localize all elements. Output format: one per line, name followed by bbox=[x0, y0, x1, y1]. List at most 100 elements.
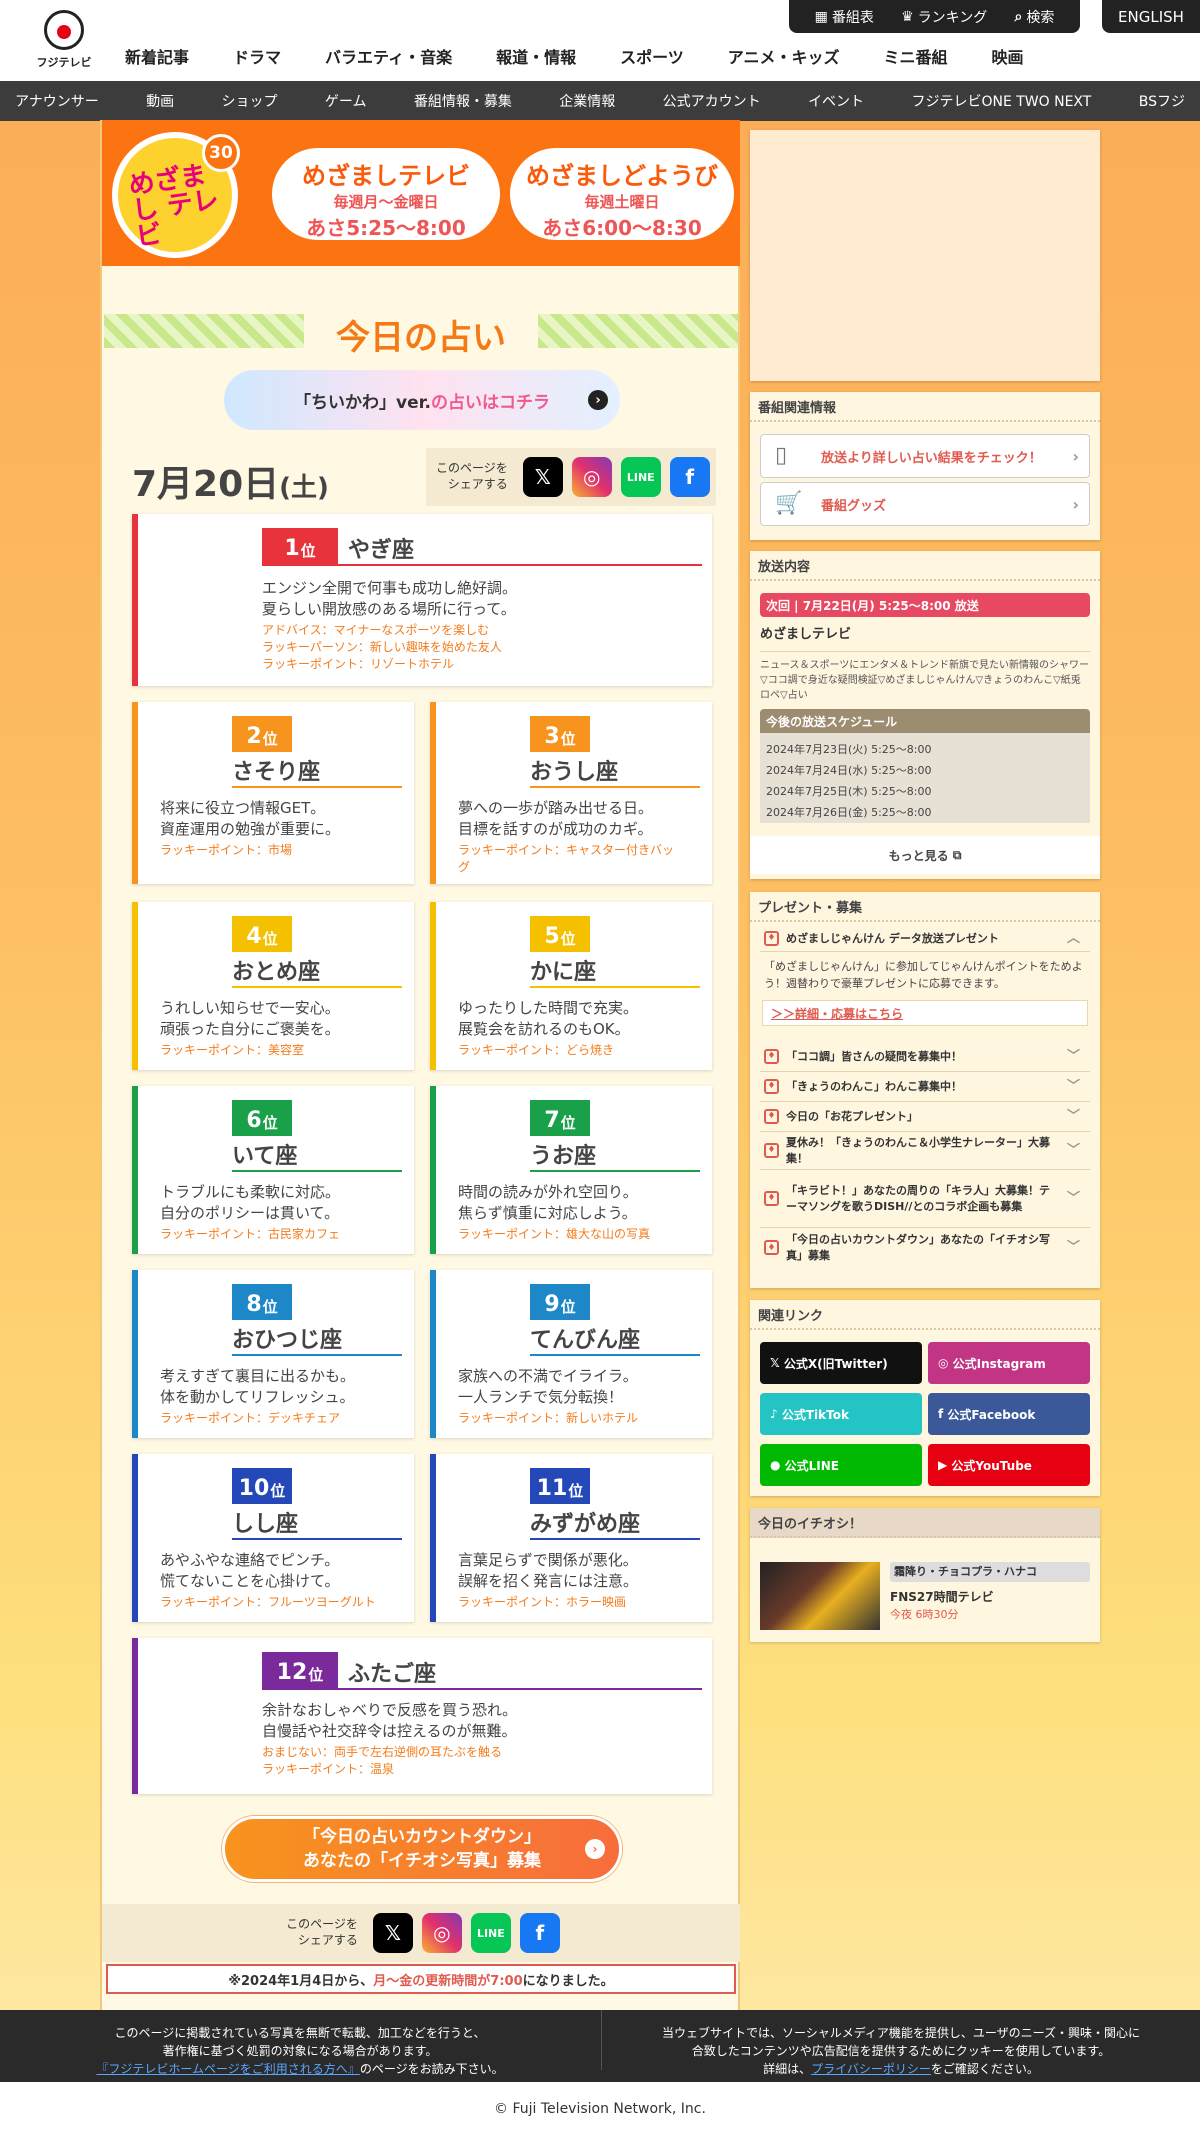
goods-link[interactable]: 🛒 番組グッズ › bbox=[760, 482, 1090, 526]
subnav-item[interactable]: イベント bbox=[808, 91, 864, 111]
gnav-item[interactable]: ドラマ bbox=[233, 44, 281, 68]
rank-underline bbox=[530, 1538, 700, 1540]
ichioshi-thumbnail[interactable] bbox=[760, 1562, 880, 1630]
weekday-program-pill[interactable]: めざましテレビ 毎週月～金曜日 あさ5:25～8:00 bbox=[272, 148, 500, 240]
saturday-program-pill[interactable]: めざましどようび 毎週土曜日 あさ6:00～8:30 bbox=[510, 148, 734, 240]
present-item-open[interactable]: ♦ めざましじゃんけん データ放送プレゼント ︿ bbox=[760, 926, 1090, 952]
rank-color-bar bbox=[132, 1086, 138, 1254]
subnav-item[interactable]: BSフジ bbox=[1139, 91, 1185, 111]
bangumi-link[interactable]: ▦ 番組表 bbox=[815, 7, 874, 27]
lucky-info: ラッキーポイント：美容室 bbox=[160, 1043, 305, 1057]
rank-underline bbox=[262, 564, 702, 566]
gnav-item[interactable]: スポーツ bbox=[620, 44, 684, 68]
gnav-item[interactable]: 映画 bbox=[991, 44, 1023, 68]
crown-icon: ♛ bbox=[901, 8, 914, 25]
subnav-item[interactable]: 動画 bbox=[146, 91, 174, 111]
instagram-icon: ◎ bbox=[938, 1356, 953, 1370]
ichioshi-title[interactable]: FNS27時間テレビ bbox=[890, 1588, 994, 1605]
present-item[interactable]: ♦ 「今日の占いカウントダウン」あなたの「イチオシ写真」募集 ﹀ bbox=[760, 1228, 1090, 1268]
schedule-item: 2024年7月26日(金) 5:25～8:00 bbox=[766, 806, 932, 819]
gnav-item[interactable]: ミニ番組 bbox=[883, 44, 947, 68]
subnav-item[interactable]: 企業情報 bbox=[559, 91, 615, 111]
fortune-text: 余計なおしゃべりで反感を買う恐れ。 自慢話や社交辞令は控えるのが無難。 bbox=[262, 1701, 518, 1740]
sign-name: いて座 bbox=[232, 1144, 298, 1169]
facebook-share-icon[interactable]: f bbox=[519, 1913, 560, 1953]
present-item[interactable]: ♦ 「ココ調」皆さんの疑問を募集中！ ﹀ bbox=[760, 1042, 1090, 1072]
fortune-text: 時間の読みが外れ空回り。 焦らず慎重に対応しよう。 bbox=[458, 1183, 638, 1222]
subnav-item[interactable]: ゲーム bbox=[325, 91, 367, 111]
fujitv-logo[interactable]: フジテレビ bbox=[32, 8, 96, 70]
x-share-icon[interactable]: 𝕏 bbox=[522, 457, 563, 497]
rank-badge: 6位 bbox=[232, 1100, 292, 1136]
rank-underline bbox=[530, 1354, 700, 1356]
present-apply-link[interactable]: ＞＞詳細・応募はこちら bbox=[762, 1000, 1088, 1026]
subnav-item[interactable]: 番組情報・募集 bbox=[414, 91, 512, 111]
rank-badge: 3位 bbox=[530, 716, 590, 752]
rank-badge: 9位 bbox=[530, 1284, 590, 1320]
subnav-item[interactable]: アナウンサー bbox=[15, 91, 99, 111]
rank-badge: 5位 bbox=[530, 916, 590, 952]
links-box: 関連リンク 𝕏 公式X(旧Twitter) ◎ 公式Instagram ♪ 公式… bbox=[750, 1300, 1100, 1496]
sign-name: しし座 bbox=[232, 1512, 299, 1537]
gnav-item[interactable]: バラエティ・音楽 bbox=[325, 44, 452, 68]
instagram-share-icon[interactable]: ◎ bbox=[421, 1913, 462, 1953]
grid-icon: ▦ bbox=[814, 8, 828, 25]
rank-card-1: 1位 やぎ座 エンジン全開で何事も成功し絶好調。 夏らしい開放感のある場所に行って… bbox=[132, 514, 712, 686]
terms-link[interactable]: 『フジテレビホームページをご利用される方へ』 bbox=[96, 2062, 359, 2076]
rank-color-bar bbox=[132, 1270, 138, 1438]
mezamashi-30-logo[interactable]: めざまし テレビ 30 bbox=[112, 132, 240, 258]
present-item[interactable]: ♦ 夏休み！「きょうのわんこ＆小学生ナレーター」大募集！ ﹀ bbox=[760, 1132, 1090, 1170]
youtube-official-link[interactable]: ▶ 公式YouTube bbox=[928, 1444, 1090, 1486]
rank-card-8: 8位 おひつじ座 考えすぎて裏目に出るかも。 体を動かしてリフレッシュ。 ラッキー… bbox=[132, 1270, 414, 1438]
sign-name: てんびん座 bbox=[530, 1328, 641, 1353]
line-share-icon[interactable]: LINE bbox=[620, 457, 661, 497]
ichioshi-tag: 霜降り・チョコプラ・ハナコ bbox=[890, 1562, 1090, 1582]
sign-name: さそり座 bbox=[232, 760, 321, 785]
detailed-fortune-link[interactable]: ▯ 放送より詳しい占い結果をチェック！ › bbox=[760, 434, 1090, 478]
x-share-icon[interactable]: 𝕏 bbox=[372, 1913, 413, 1953]
present-item[interactable]: ♦ 「きょうのわんこ」わんこ募集中！ ﹀ bbox=[760, 1072, 1090, 1102]
instagram-share-icon[interactable]: ◎ bbox=[571, 457, 612, 497]
subnav-item[interactable]: フジテレビONE TWO NEXT bbox=[911, 91, 1091, 111]
x-official-link[interactable]: 𝕏 公式X(旧Twitter) bbox=[760, 1342, 922, 1384]
countdown-photo-button[interactable]: 「今日の占いカウントダウン」 あなたの「イチオシ写真」募集 › bbox=[222, 1816, 622, 1882]
facebook-share-icon[interactable]: f bbox=[669, 457, 710, 497]
ad-slot bbox=[750, 130, 1100, 381]
present-item[interactable]: ♦ 「キラビト！」あなたの周りの「キラ人」大募集！テーマソングを歌うDISH//と… bbox=[760, 1170, 1090, 1228]
ichioshi-time: 今夜 6時30分 bbox=[890, 1608, 959, 1621]
gnav-item[interactable]: 新着記事 bbox=[125, 44, 189, 68]
lucky-info: ラッキーポイント：フルーツヨーグルト bbox=[160, 1595, 376, 1609]
tiktok-official-link[interactable]: ♪ 公式TikTok bbox=[760, 1393, 922, 1435]
line-share-icon[interactable]: LINE bbox=[470, 1913, 511, 1953]
rank-color-bar bbox=[132, 1638, 138, 1794]
subnav-item[interactable]: ショップ bbox=[222, 91, 278, 111]
rank-underline bbox=[232, 1170, 402, 1172]
facebook-icon: f bbox=[938, 1407, 948, 1421]
share-bar-top: このページを シェアする 𝕏 ◎ LINE f bbox=[426, 448, 716, 506]
rank-badge: 11 位 bbox=[530, 1468, 590, 1504]
english-link[interactable]: ENGLISH bbox=[1102, 0, 1200, 33]
rank-color-bar bbox=[430, 1086, 436, 1254]
lucky-info: ラッキーポイント：市場 bbox=[160, 843, 293, 857]
search-link[interactable]: ⌕ 検索 bbox=[1015, 7, 1055, 27]
line-official-link[interactable]: ● 公式LINE bbox=[760, 1444, 922, 1486]
rank-badge: 8位 bbox=[232, 1284, 292, 1320]
more-button[interactable]: もっと見る ⧉ bbox=[750, 836, 1100, 874]
privacy-policy-link[interactable]: プライバシーポリシー bbox=[811, 2062, 931, 2076]
utility-bar: ▦ 番組表 ♛ ランキング ⌕ 検索 bbox=[789, 0, 1080, 33]
facebook-official-link[interactable]: f 公式Facebook bbox=[928, 1393, 1090, 1435]
chevron-down-icon: ﹀ bbox=[1066, 1048, 1080, 1064]
chevron-up-icon: ︿ bbox=[1066, 930, 1080, 946]
ranking-link[interactable]: ♛ ランキング bbox=[901, 7, 987, 27]
chiikawa-fortune-link[interactable]: 「ちいかわ」ver. の占いはコチラ › bbox=[224, 370, 620, 430]
title-bar: 今日の占い bbox=[102, 310, 740, 358]
ichioshi-box: 今日のイチオシ！ 霜降り・チョコプラ・ハナコ FNS27時間テレビ 今夜 6時3… bbox=[750, 1508, 1100, 1642]
instagram-official-link[interactable]: ◎ 公式Instagram bbox=[928, 1342, 1090, 1384]
subnav-item[interactable]: 公式アカウント bbox=[663, 91, 761, 111]
rank-card-12: 12 位 ふたご座 余計なおしゃべりで反感を買う恐れ。 自慢話や社交辞令は控えるのが… bbox=[132, 1638, 712, 1794]
gnav-item[interactable]: 報道・情報 bbox=[496, 44, 576, 68]
sign-name: やぎ座 bbox=[348, 538, 415, 563]
present-item[interactable]: ♦ 今日の「お花プレゼント」 ﹀ bbox=[760, 1102, 1090, 1132]
gnav-item[interactable]: アニメ・キッズ bbox=[728, 44, 840, 68]
chevron-down-icon: ﹀ bbox=[1066, 1142, 1080, 1158]
